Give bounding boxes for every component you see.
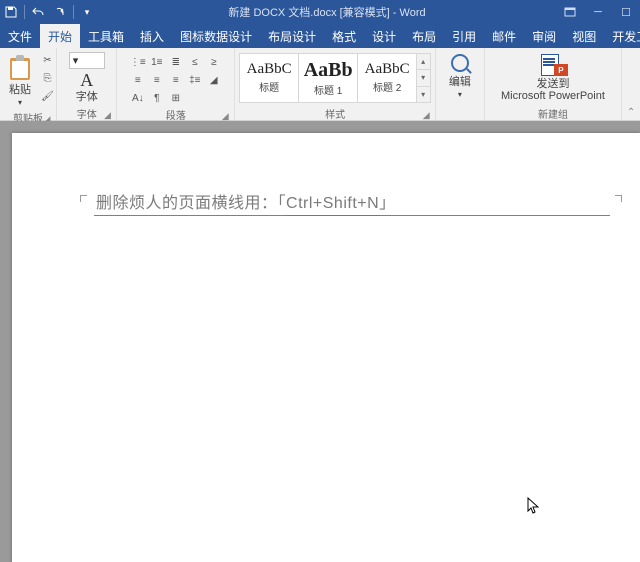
document-area[interactable]: 删除烦人的页面横线用：「Ctrl+Shift+N」 <box>0 121 640 562</box>
style-preview: AaBbC <box>365 62 410 77</box>
collapse-ribbon-icon[interactable]: ⌃ <box>622 48 640 120</box>
qat-customize-icon[interactable]: ▾ <box>76 0 98 24</box>
margin-guide-left <box>80 195 87 202</box>
margin-guide-right <box>615 195 622 202</box>
tab-review[interactable]: 审阅 <box>524 24 564 48</box>
text-prefix: 删除烦人的页面横线用：「 <box>96 195 286 212</box>
tab-references[interactable]: 引用 <box>444 24 484 48</box>
tab-layoutdesign[interactable]: 布局设计 <box>260 24 324 48</box>
multilevel-icon[interactable]: ≣ <box>167 54 185 71</box>
tab-mailings[interactable]: 邮件 <box>484 24 524 48</box>
styles-down-icon[interactable]: ▾ <box>416 70 430 86</box>
send-to-pp-icon: P <box>538 52 568 76</box>
font-launcher-icon[interactable]: ◢ <box>102 110 112 120</box>
ribbon: 粘贴 ▾ ✂ ⎘ 🖌 剪贴板◢ ▾ A 字体 字体 ◢ <box>0 48 640 121</box>
find-button[interactable]: 编辑▾ <box>446 50 474 102</box>
cut-icon[interactable]: ✂ <box>38 52 57 69</box>
send-to-powerpoint-button[interactable]: P 发送到Microsoft PowerPoint <box>498 50 608 104</box>
text-line[interactable]: 删除烦人的页面横线用：「Ctrl+Shift+N」 <box>94 189 610 216</box>
title-bar: ▾ 新建 DOCX 文档.docx [兼容模式] - Word ─ ☐ <box>0 0 640 24</box>
minimize-button[interactable]: ─ <box>584 0 612 24</box>
paste-label: 粘贴 <box>9 84 31 96</box>
align-center-icon[interactable]: ≡ <box>148 72 166 89</box>
group-styles: AaBbC 标题 AaBb 标题 1 AaBbC 标题 2 ▴ ▾ ▾ <box>235 48 436 120</box>
text-shortcut: Ctrl+Shift+N <box>286 195 379 212</box>
tab-view[interactable]: 视图 <box>564 24 604 48</box>
quick-access-toolbar: ▾ <box>0 0 98 24</box>
style-title[interactable]: AaBbC 标题 <box>239 53 299 103</box>
shading-icon[interactable]: ◢ <box>205 72 223 89</box>
decrease-indent-icon[interactable]: ≤ <box>186 54 204 71</box>
style-heading2[interactable]: AaBbC 标题 2 <box>357 53 417 103</box>
font-label: 字体 <box>76 91 98 103</box>
tab-insert[interactable]: 插入 <box>132 24 172 48</box>
window-title: 新建 DOCX 文档.docx [兼容模式] - Word <box>98 4 556 20</box>
tab-format[interactable]: 格式 <box>324 24 364 48</box>
group-font: ▾ A 字体 字体 ◢ <box>57 48 117 120</box>
style-heading1[interactable]: AaBb 标题 1 <box>298 53 358 103</box>
paragraph-launcher-icon[interactable]: ◢ <box>220 111 230 121</box>
line-spacing-icon[interactable]: ‡≡ <box>186 72 204 89</box>
tab-developer[interactable]: 开发工具 <box>604 24 640 48</box>
tab-toolbox[interactable]: 工具箱 <box>80 24 132 48</box>
font-name-combo[interactable]: ▾ <box>69 52 105 69</box>
document-content[interactable]: 删除烦人的页面横线用：「Ctrl+Shift+N」 <box>94 189 610 216</box>
align-left-icon[interactable]: ≡ <box>129 72 147 89</box>
paste-button[interactable]: 粘贴 ▾ <box>4 50 36 110</box>
style-preview: AaBb <box>304 60 353 80</box>
format-painter-icon[interactable]: 🖌 <box>38 88 57 105</box>
style-name: 标题 <box>259 79 279 94</box>
borders-icon[interactable]: ⊞ <box>167 90 185 107</box>
text-suffix: 」 <box>379 195 396 212</box>
styles-launcher-icon[interactable]: ◢ <box>421 110 431 120</box>
increase-indent-icon[interactable]: ≥ <box>205 54 223 71</box>
redo-icon[interactable] <box>49 0 71 24</box>
save-icon[interactable] <box>0 0 22 24</box>
font-dialog-button[interactable]: A 字体 <box>76 71 98 103</box>
styles-group-label: 样式 <box>325 110 345 121</box>
styles-scroller: ▴ ▾ ▾ <box>416 53 431 103</box>
sort-icon[interactable]: A↓ <box>129 90 147 107</box>
styles-more-icon[interactable]: ▾ <box>416 87 430 102</box>
magnifier-icon <box>449 52 471 74</box>
group-editing: 编辑▾ <box>436 48 485 120</box>
ribbon-tabs: 文件 开始 工具箱 插入 图标数据设计 布局设计 格式 设计 布局 引用 邮件 … <box>0 24 640 48</box>
sendto-line1: 发送到 <box>536 78 569 90</box>
font-a-icon: A <box>80 71 93 89</box>
maximize-button[interactable]: ☐ <box>612 0 640 24</box>
tab-chartdata[interactable]: 图标数据设计 <box>172 24 260 48</box>
word-app-window: ▾ 新建 DOCX 文档.docx [兼容模式] - Word ─ ☐ 文件 开… <box>0 0 640 562</box>
align-right-icon[interactable]: ≡ <box>167 72 185 89</box>
tab-file[interactable]: 文件 <box>0 24 40 48</box>
tab-design[interactable]: 设计 <box>364 24 404 48</box>
font-group-label: 字体 <box>77 110 97 121</box>
tab-home[interactable]: 开始 <box>40 24 80 48</box>
ribbon-display-options-icon[interactable] <box>556 0 584 24</box>
undo-icon[interactable] <box>27 0 49 24</box>
style-preview: AaBbC <box>247 62 292 77</box>
page[interactable]: 删除烦人的页面横线用：「Ctrl+Shift+N」 <box>12 133 640 562</box>
bullets-icon[interactable]: ⋮≡ <box>129 54 147 71</box>
sendto-group-label: 新建组 <box>538 110 568 121</box>
copy-icon[interactable]: ⎘ <box>38 70 57 87</box>
clipboard-icon <box>7 52 33 82</box>
style-name: 标题 1 <box>314 82 342 97</box>
styles-up-icon[interactable]: ▴ <box>416 54 430 70</box>
sendto-line2: Microsoft PowerPoint <box>501 90 605 102</box>
group-paragraph: ⋮≡ 1≡ ≣ ≤ ≥ ≡ ≡ ≡ ‡≡ ◢ A↓ ¶ ⊞ 段落◢ <box>117 48 235 120</box>
editing-label: 编辑 <box>449 76 471 88</box>
show-marks-icon[interactable]: ¶ <box>148 90 166 107</box>
numbering-icon[interactable]: 1≡ <box>148 54 166 71</box>
tab-layout[interactable]: 布局 <box>404 24 444 48</box>
style-name: 标题 2 <box>373 79 401 94</box>
group-clipboard: 粘贴 ▾ ✂ ⎘ 🖌 剪贴板◢ <box>0 48 57 120</box>
group-sendto: P 发送到Microsoft PowerPoint 新建组 <box>485 48 623 120</box>
